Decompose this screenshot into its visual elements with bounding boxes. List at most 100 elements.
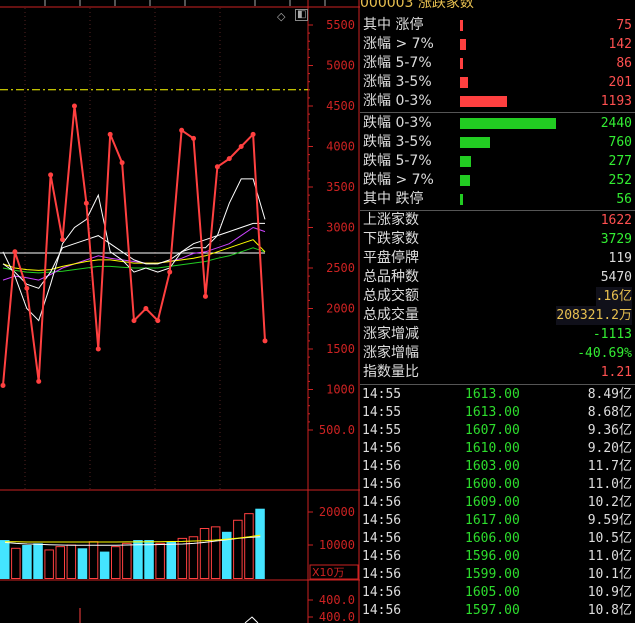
- tick-volume: 10.2亿: [587, 495, 632, 510]
- volume-bar: [55, 546, 65, 580]
- summary-row[interactable]: 指数量比 1.21: [360, 363, 635, 382]
- stat-value: 1193: [600, 94, 632, 109]
- volume-bar: [244, 513, 254, 580]
- stat-row[interactable]: 跌幅 0-3% 2440: [360, 114, 635, 133]
- chart-canvas[interactable]: 5500 5000 4500 4000 3500 3000 2500 2000 1500 1000…: [0, 0, 360, 623]
- stat-row[interactable]: 其中 涨停 75: [360, 16, 635, 35]
- tick-time: 14:56: [362, 477, 402, 492]
- tick-volume: 8.49亿: [587, 387, 632, 402]
- price-point: [107, 131, 113, 137]
- stat-row[interactable]: 涨幅 3-5% 201: [360, 73, 635, 92]
- tick-volume: 9.20亿: [587, 441, 632, 456]
- volume-tick-label: 10000: [319, 538, 355, 552]
- stat-label: 涨幅 3-5%: [363, 74, 432, 90]
- volume-bar: [88, 541, 99, 580]
- price-point: [24, 285, 30, 291]
- price-tick-label: 2000: [326, 302, 355, 316]
- summary-value: .16亿: [595, 287, 632, 306]
- price-tick-label: 1500: [326, 342, 355, 356]
- tick-volume: 10.9亿: [587, 585, 632, 600]
- price-point: [119, 160, 125, 166]
- volume-bar: [0, 540, 10, 579]
- summary-row[interactable]: 涨家增减 -1113: [360, 325, 635, 344]
- stat-row[interactable]: 涨幅 0-3% 1193: [360, 92, 635, 111]
- price-point: [95, 346, 101, 352]
- summary-value: 119: [608, 251, 632, 266]
- tick-row[interactable]: 14:56 1610.00 9.20亿: [360, 440, 635, 458]
- price-point: [60, 237, 66, 243]
- tick-row[interactable]: 14:56 1599.00 10.1亿: [360, 566, 635, 584]
- tick-row[interactable]: 14:55 1613.00 8.49亿: [360, 386, 635, 404]
- summary-label: 下跌家数: [363, 231, 419, 247]
- summary-row[interactable]: 总成交额 .16亿: [360, 287, 635, 306]
- tick-row[interactable]: 14:56 1605.00 10.9亿: [360, 584, 635, 602]
- volume-bar: [33, 543, 43, 579]
- tick-price: 1607.00: [465, 423, 520, 438]
- tick-price: 1610.00: [465, 441, 520, 456]
- summary-row[interactable]: 下跌家数 3729: [360, 230, 635, 249]
- price-point: [143, 306, 149, 311]
- volume-bar: [233, 519, 243, 579]
- tick-row[interactable]: 14:56 1609.00 10.2亿: [360, 494, 635, 512]
- tick-row[interactable]: 14:56 1596.00 11.0亿: [360, 548, 635, 566]
- tick-volume: 10.8亿: [587, 603, 632, 618]
- tick-row[interactable]: 14:56 1603.00 11.7亿: [360, 458, 635, 476]
- price-tick-label: 500.0: [319, 423, 355, 437]
- summary-row[interactable]: 涨家增幅 -40.69%: [360, 344, 635, 363]
- price-point: [36, 378, 42, 384]
- stat-value: 760: [608, 135, 632, 150]
- panel-title: 000003 涨跌家数: [360, 0, 474, 11]
- diamond-icon[interactable]: ◇: [277, 10, 285, 23]
- stat-row[interactable]: 涨幅 5-7% 86: [360, 54, 635, 73]
- summary-row[interactable]: 上涨家数 1622: [360, 211, 635, 230]
- price-point: [167, 269, 173, 275]
- tick-row[interactable]: 14:56 1617.00 9.59亿: [360, 512, 635, 530]
- tick-time: 14:56: [362, 531, 402, 546]
- price-point: [155, 318, 161, 324]
- tick-row[interactable]: 14:56 1597.00 10.8亿: [360, 602, 635, 620]
- tick-price: 1597.00: [465, 603, 520, 618]
- window-toggle-icon[interactable]: ◧: [295, 9, 309, 21]
- tick-price: 1599.00: [465, 567, 520, 582]
- price-point: [71, 103, 77, 109]
- summary-label: 总品种数: [363, 269, 419, 285]
- summary-row[interactable]: 总成交量 208321.2万: [360, 306, 635, 325]
- index-chart-panel[interactable]: 5500 5000 4500 4000 3500 3000 2500 2000 1500 1000…: [0, 0, 360, 623]
- summary-row[interactable]: 总品种数 5470: [360, 268, 635, 287]
- stat-row[interactable]: 跌幅 3-5% 760: [360, 133, 635, 152]
- stat-row[interactable]: 跌幅 > 7% 252: [360, 171, 635, 190]
- tick-time: 14:56: [362, 513, 402, 528]
- summary-label: 总成交量: [363, 307, 419, 323]
- stat-row[interactable]: 其中 跌停 56: [360, 190, 635, 209]
- stat-row[interactable]: 涨幅 > 7% 142: [360, 35, 635, 54]
- summary-value: -1113: [592, 327, 632, 342]
- tick-volume: 9.59亿: [587, 513, 632, 528]
- volume-bar: [133, 540, 143, 579]
- price-point: [202, 293, 208, 299]
- price-tick-label: 3500: [326, 180, 355, 194]
- tick-row[interactable]: 14:56 1606.00 10.5亿: [360, 530, 635, 548]
- lower-tick-label: 400.0: [319, 610, 355, 623]
- tick-price: 1600.00: [465, 477, 520, 492]
- tick-volume: 11.7亿: [587, 459, 632, 474]
- tick-time: 14:55: [362, 387, 402, 402]
- stat-value: 86: [616, 56, 632, 71]
- price-point: [226, 156, 232, 162]
- price-tick-label: 2500: [326, 261, 355, 275]
- tick-time: 14:56: [362, 459, 402, 474]
- volume-bar: [99, 551, 110, 579]
- price-tick-label: 1000: [326, 383, 355, 397]
- ma-yellow-line: [2, 239, 266, 271]
- tick-row[interactable]: 14:55 1607.00 9.36亿: [360, 422, 635, 440]
- stat-row[interactable]: 跌幅 5-7% 277: [360, 152, 635, 171]
- tick-time: 14:56: [362, 441, 402, 456]
- stat-bar: [460, 137, 490, 148]
- tick-row[interactable]: 14:55 1613.00 8.68亿: [360, 404, 635, 422]
- summary-value: 208321.2万: [556, 306, 632, 325]
- summary-label: 上涨家数: [363, 212, 419, 228]
- price-point: [83, 200, 89, 206]
- ma-white-line-1: [2, 178, 266, 322]
- stat-label: 涨幅 > 7%: [363, 36, 434, 52]
- tick-row[interactable]: 14:56 1600.00 11.0亿: [360, 476, 635, 494]
- summary-row[interactable]: 平盘停牌 119: [360, 249, 635, 268]
